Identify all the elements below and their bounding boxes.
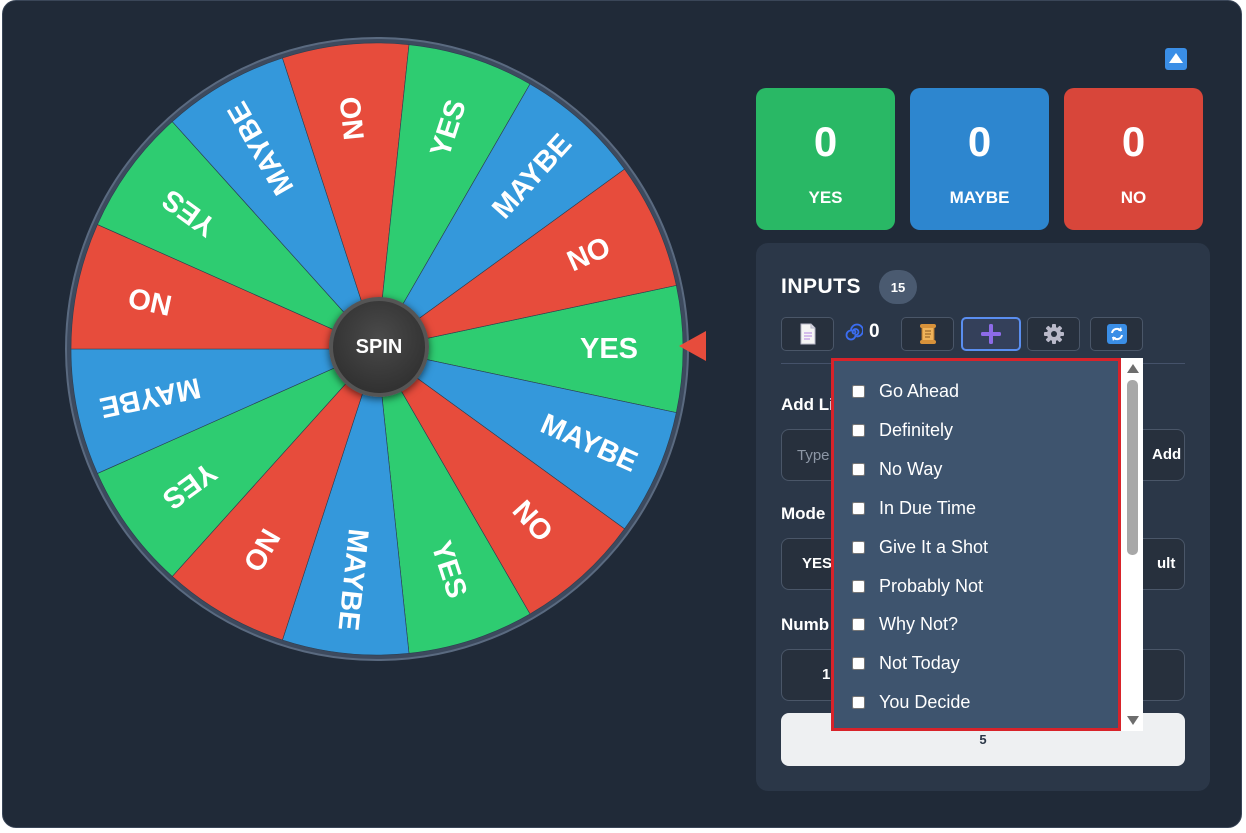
option-item[interactable]: Not Today bbox=[852, 653, 960, 674]
maybe-count-label: MAYBE bbox=[949, 188, 1010, 207]
scroll-down-icon[interactable] bbox=[1127, 716, 1139, 725]
spin-button[interactable]: SPIN bbox=[329, 297, 429, 397]
spiral-icon bbox=[845, 323, 863, 341]
gear-icon bbox=[1043, 324, 1064, 344]
option-item[interactable]: Give It a Shot bbox=[852, 537, 988, 558]
caret-up-icon bbox=[1169, 53, 1183, 63]
scroll-up-icon[interactable] bbox=[1127, 364, 1139, 373]
option-checkbox[interactable] bbox=[852, 618, 865, 632]
plus-icon bbox=[981, 324, 1001, 344]
option-item[interactable]: Go Ahead bbox=[852, 381, 959, 402]
option-checkbox[interactable] bbox=[852, 540, 865, 554]
option-item[interactable]: Probably Not bbox=[852, 576, 983, 597]
no-count: 0 bbox=[1121, 118, 1146, 165]
option-checkbox[interactable] bbox=[852, 657, 865, 671]
options-list: Go Ahead Definitely No Way In Due Time Give … bbox=[831, 358, 1121, 731]
wheel[interactable]: YES MAYBE NO YES MAYBE NO YES MAYBE NO YES MAYBE NO… bbox=[65, 37, 689, 661]
inputs-count-badge: 15 bbox=[879, 270, 917, 304]
yes-count: 0 bbox=[813, 118, 838, 165]
mode-option-yes[interactable]: YES bbox=[802, 555, 832, 572]
spin-counter: 0 bbox=[845, 321, 880, 343]
scroll-icon bbox=[919, 324, 936, 344]
dropdown-scrollbar[interactable] bbox=[1123, 358, 1143, 731]
option-label: Probably Not bbox=[879, 575, 984, 596]
mode-option-default[interactable]: ult bbox=[1157, 555, 1175, 572]
wheel-pointer-icon bbox=[679, 331, 706, 361]
maybe-count: 0 bbox=[967, 118, 992, 165]
options-dropdown[interactable]: Go Ahead Definitely No Way In Due Time Give … bbox=[831, 358, 1143, 731]
app-window: YES MAYBE NO YES MAYBE NO YES MAYBE NO YES MAYBE NO… bbox=[2, 0, 1242, 828]
scrollbar-thumb[interactable] bbox=[1127, 380, 1138, 555]
no-counter: 0 NO bbox=[1064, 88, 1203, 230]
document-button[interactable] bbox=[781, 317, 834, 351]
option-label: Why Not? bbox=[879, 614, 959, 635]
add-button[interactable]: Add bbox=[1152, 446, 1181, 463]
option-label: In Due Time bbox=[879, 497, 977, 518]
refresh-icon bbox=[1106, 324, 1127, 344]
option-item[interactable]: Why Not? bbox=[852, 614, 958, 635]
maybe-counter: 0 MAYBE bbox=[910, 88, 1049, 230]
number-option-1[interactable]: 1 bbox=[822, 666, 830, 683]
spin-count: 0 bbox=[869, 321, 880, 342]
option-checkbox[interactable] bbox=[852, 423, 865, 437]
option-item[interactable]: No Way bbox=[852, 459, 942, 480]
refresh-button[interactable] bbox=[1090, 317, 1143, 351]
option-checkbox[interactable] bbox=[852, 696, 865, 710]
option-label: Go Ahead bbox=[879, 381, 960, 401]
option-item[interactable]: In Due Time bbox=[852, 498, 976, 519]
option-label: Definitely bbox=[879, 419, 954, 440]
scroll-button[interactable] bbox=[901, 317, 954, 351]
collapse-button[interactable] bbox=[1165, 48, 1187, 70]
mode-label: Mode bbox=[781, 504, 826, 523]
option-checkbox[interactable] bbox=[852, 579, 865, 593]
add-options-button[interactable] bbox=[961, 317, 1021, 351]
wheel-segment-label: YES bbox=[580, 333, 638, 365]
number-label: Numb bbox=[781, 615, 830, 634]
wheel-segment-label: NO bbox=[335, 95, 371, 142]
yes-counter: 0 YES bbox=[756, 88, 895, 230]
settings-button[interactable] bbox=[1027, 317, 1080, 351]
option-item[interactable]: You Decide bbox=[852, 692, 970, 713]
inputs-title: INPUTS bbox=[781, 275, 862, 298]
option-label: You Decide bbox=[879, 692, 971, 713]
add-input-placeholder: Type bbox=[797, 447, 830, 464]
option-label: No Way bbox=[879, 458, 943, 479]
option-checkbox[interactable] bbox=[852, 501, 865, 515]
option-label: Give It a Shot bbox=[879, 536, 989, 557]
option-item[interactable]: Definitely bbox=[852, 420, 953, 441]
option-label: Not Today bbox=[879, 653, 960, 674]
add-list-label: Add Li bbox=[781, 395, 834, 414]
document-icon bbox=[800, 323, 815, 345]
option-checkbox[interactable] bbox=[852, 462, 865, 476]
yes-count-label: YES bbox=[808, 188, 843, 207]
option-checkbox[interactable] bbox=[852, 385, 865, 398]
no-count-label: NO bbox=[1120, 188, 1147, 207]
